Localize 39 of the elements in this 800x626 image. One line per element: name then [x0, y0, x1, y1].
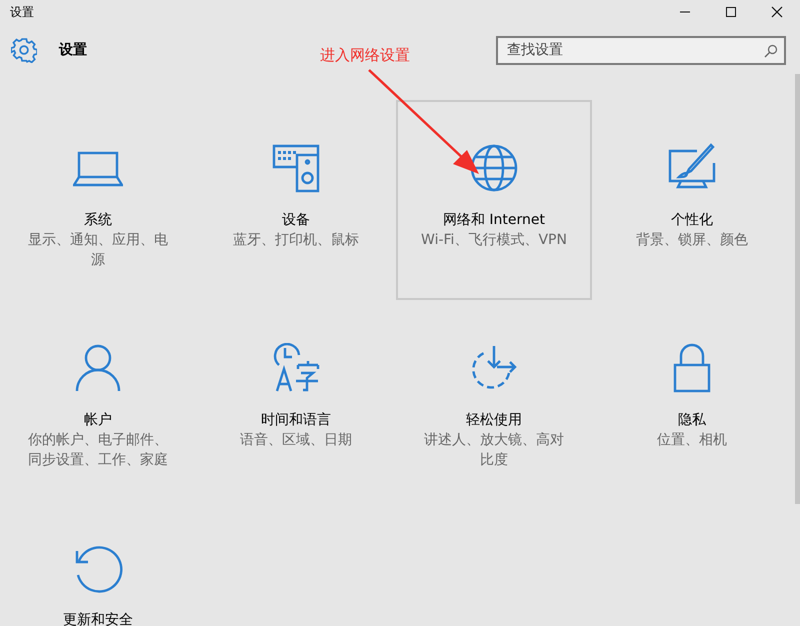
person-icon: [73, 343, 123, 393]
scrollbar[interactable]: [795, 74, 800, 504]
tile-title: 个性化: [671, 211, 713, 230]
tile-title: 更新和安全: [63, 611, 133, 626]
tile-subtitle: 背景、锁屏、颜色: [636, 231, 748, 250]
search-icon: [764, 44, 778, 58]
settings-tile[interactable]: 设备 蓝牙、打印机、鼠标: [198, 100, 394, 300]
tile-subtitle: 位置、相机: [657, 431, 727, 450]
tile-subtitle: 语音、区域、日期: [240, 431, 352, 450]
settings-tile[interactable]: 系统 显示、通知、应用、电源: [0, 100, 196, 300]
keyboard-speaker-icon: [271, 143, 321, 193]
tile-title: 设备: [282, 211, 310, 230]
tile-subtitle: Wi-Fi、飞行模式、VPN: [421, 231, 567, 250]
window-title: 设置: [10, 4, 34, 20]
tile-subtitle: 讲述人、放大镜、高对比度: [423, 431, 565, 470]
tile-title: 轻松使用: [466, 411, 522, 430]
close-icon[interactable]: [771, 6, 783, 18]
tile-title: 网络和 Internet: [442, 211, 546, 230]
settings-tile[interactable]: 轻松使用 讲述人、放大镜、高对比度: [396, 300, 592, 500]
tile-subtitle: 你的帐户、电子邮件、同步设置、工作、家庭: [27, 431, 169, 470]
tile-title: 系统: [84, 211, 112, 230]
tile-subtitle: 蓝牙、打印机、鼠标: [233, 231, 359, 250]
tile-title: 时间和语言: [261, 411, 331, 430]
settings-tile[interactable]: 隐私 位置、相机: [594, 300, 790, 500]
settings-tile[interactable]: 网络和 Internet Wi-Fi、飞行模式、VPN: [396, 100, 592, 300]
settings-tile[interactable]: 帐户 你的帐户、电子邮件、同步设置、工作、家庭: [0, 300, 196, 500]
annotation-text: 进入网络设置: [320, 46, 410, 65]
tile-title: 隐私: [678, 411, 706, 430]
settings-tile[interactable]: 更新和安全: [0, 500, 196, 626]
maximize-icon[interactable]: [725, 6, 737, 18]
gear-icon: [11, 37, 37, 63]
tile-subtitle: 显示、通知、应用、电源: [27, 231, 169, 270]
settings-tile[interactable]: 个性化 背景、锁屏、颜色: [594, 100, 790, 300]
search-field[interactable]: 查找设置: [496, 36, 786, 64]
tile-title: 帐户: [84, 411, 112, 430]
page-title: 设置: [59, 41, 87, 59]
globe-icon: [469, 143, 519, 193]
settings-tile[interactable]: 时间和语言 语音、区域、日期: [198, 300, 394, 500]
clock-letter-icon: [271, 343, 321, 393]
